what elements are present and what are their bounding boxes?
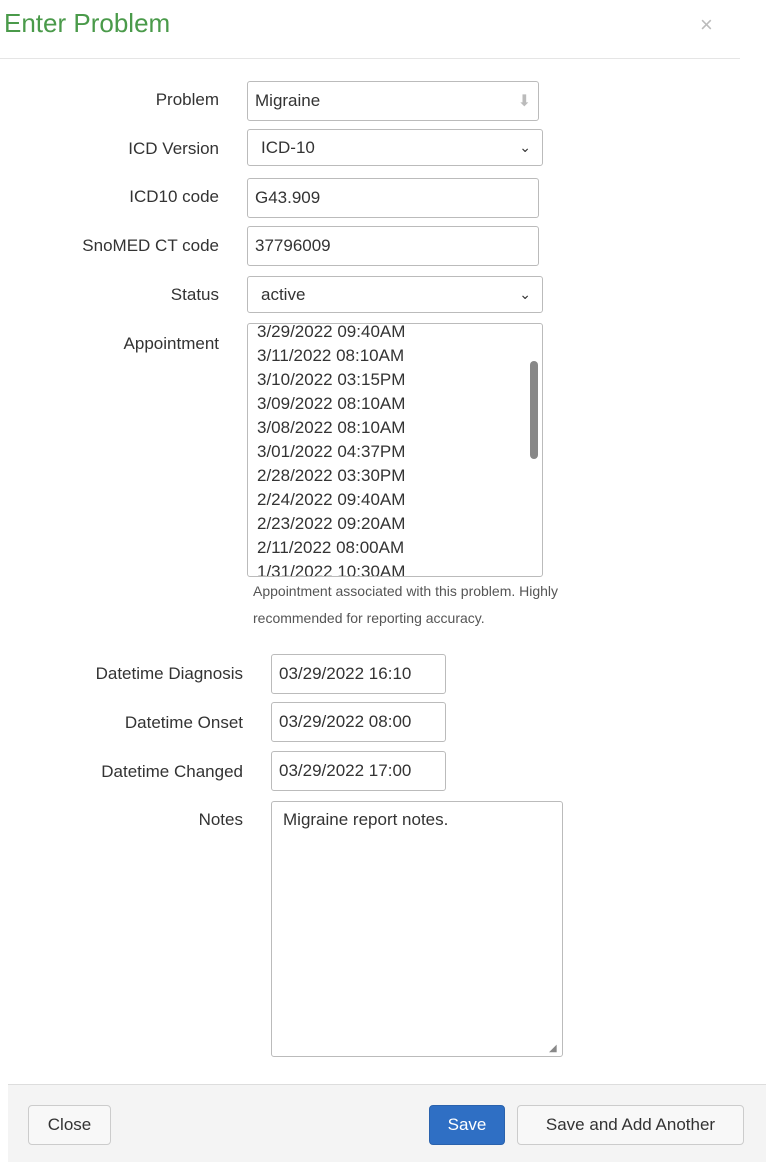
icd-version-label: ICD Version <box>128 139 219 158</box>
chevron-down-icon: ⌄ <box>519 286 531 302</box>
problem-field[interactable]: Migraine ⬇ <box>247 81 539 121</box>
appointment-option[interactable]: 3/08/2022 08:10AM <box>257 416 405 440</box>
icd10-code-label: ICD10 code <box>129 187 219 206</box>
arrow-down-icon: ⬇ <box>517 93 531 110</box>
chevron-down-icon: ⌄ <box>519 139 531 155</box>
divider <box>0 58 740 59</box>
appointment-option[interactable]: 3/11/2022 08:10AM <box>257 344 404 368</box>
icd-version-value: ICD-10 <box>261 137 315 157</box>
appointment-option[interactable]: 3/01/2022 04:37PM <box>257 440 405 464</box>
close-button[interactable]: Close <box>28 1105 111 1145</box>
icd10-code-input[interactable]: G43.909 <box>247 178 539 218</box>
appointment-listbox[interactable]: 1/31/2022 10:30AM 2/11/2022 08:00AM 2/23/2… <box>247 323 543 577</box>
resize-handle-icon[interactable]: ◢ <box>549 1043 557 1054</box>
save-button[interactable]: Save <box>429 1105 505 1145</box>
appointment-help-2: recommended for reporting accuracy. <box>253 610 485 626</box>
icd-version-select[interactable]: ICD-10 ⌄ <box>247 129 543 166</box>
appointment-option[interactable]: 2/11/2022 08:00AM <box>257 536 404 560</box>
modal-title: Enter Problem <box>4 8 171 38</box>
appointment-label: Appointment <box>123 334 219 353</box>
scrollbar[interactable] <box>530 361 538 459</box>
appointment-option[interactable]: 2/23/2022 09:20AM <box>257 512 405 536</box>
notes-label: Notes <box>198 810 243 829</box>
problem-label: Problem <box>155 90 219 109</box>
notes-textarea[interactable]: Migraine report notes. <box>271 801 563 1057</box>
notes-value: Migraine report notes. <box>283 810 449 829</box>
appointment-option[interactable]: 3/10/2022 03:15PM <box>257 368 405 392</box>
appointment-option[interactable]: 3/09/2022 08:10AM <box>257 392 405 416</box>
problem-value: Migraine <box>255 91 321 110</box>
appointment-option[interactable]: 3/29/2022 09:40AM <box>257 324 405 344</box>
datetime-changed-input[interactable]: 03/29/2022 17:00 <box>271 751 446 791</box>
appointment-option[interactable]: 1/31/2022 10:30AM <box>257 560 405 576</box>
close-icon[interactable]: × <box>700 12 713 38</box>
appointment-option[interactable]: 2/24/2022 09:40AM <box>257 488 405 512</box>
appointment-help: Appointment associated with this problem… <box>253 583 559 599</box>
datetime-onset-label: Datetime Onset <box>124 713 243 732</box>
datetime-changed-label: Datetime Changed <box>101 762 243 781</box>
status-select[interactable]: active ⌄ <box>247 276 543 313</box>
datetime-diagnosis-label: Datetime Diagnosis <box>95 664 243 683</box>
status-label: Status <box>170 285 219 304</box>
appointment-option[interactable]: 2/28/2022 03:30PM <box>257 464 405 488</box>
snomed-code-input[interactable]: 37796009 <box>247 226 539 266</box>
datetime-onset-input[interactable]: 03/29/2022 08:00 <box>271 702 446 742</box>
save-and-add-another-button[interactable]: Save and Add Another <box>517 1105 744 1145</box>
datetime-diagnosis-input[interactable]: 03/29/2022 16:10 <box>271 654 446 694</box>
status-value: active <box>261 284 306 304</box>
snomed-code-label: SnoMED CT code <box>82 236 219 255</box>
